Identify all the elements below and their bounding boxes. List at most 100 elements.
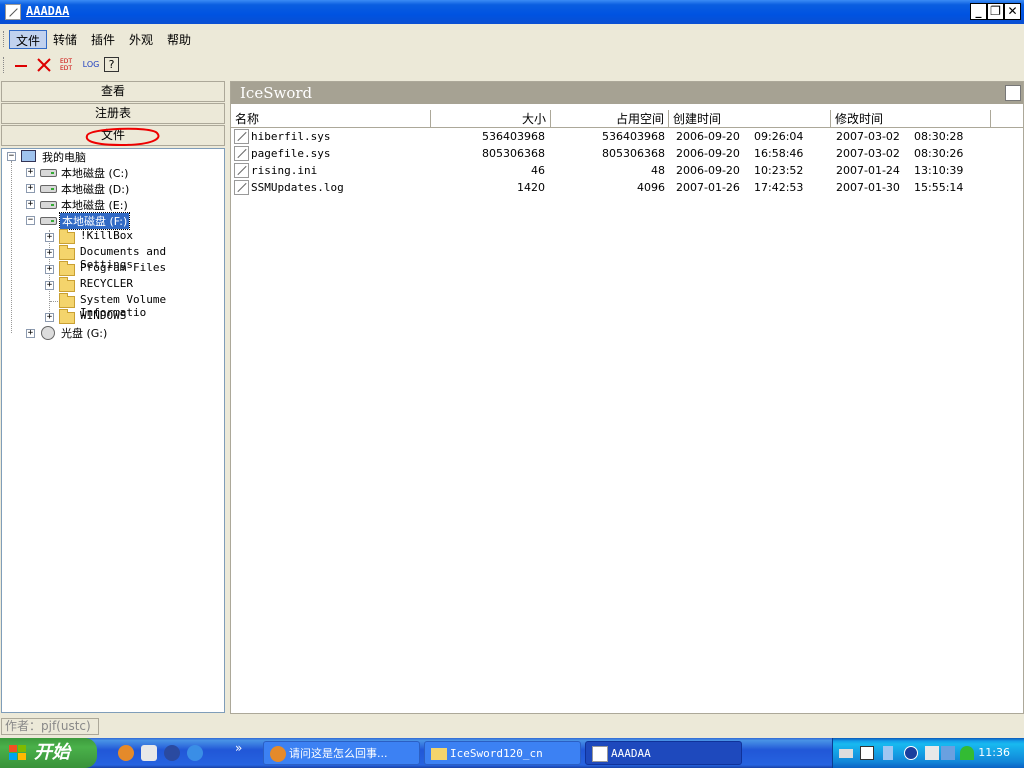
network-icon[interactable] — [941, 746, 955, 760]
modified-date: 2007-01-30 — [836, 181, 900, 194]
folder-icon — [59, 293, 75, 308]
file-size: 1420 — [517, 181, 545, 194]
col-used[interactable]: 占用空间 — [551, 110, 669, 128]
task-button[interactable]: IceSword120_cn — [424, 741, 581, 765]
language-icon[interactable] — [883, 746, 893, 760]
menu-grip[interactable] — [3, 31, 6, 47]
file-size: 536403968 — [482, 130, 545, 143]
tree-drive-c[interactable]: 本地磁盘 (C:) — [61, 165, 128, 181]
folder-icon — [59, 277, 75, 292]
drive-icon — [40, 201, 57, 209]
cdrom-icon — [41, 326, 55, 340]
quicklaunch-more[interactable]: » — [235, 741, 242, 755]
collapse-icon[interactable]: − — [26, 216, 35, 225]
nav-files-button[interactable]: 文件 — [1, 125, 225, 147]
expand-icon[interactable]: + — [26, 329, 35, 338]
table-row[interactable]: SSMUpdates.log 1420 4096 2007-01-26 17:4… — [231, 179, 1023, 196]
start-button[interactable]: 开始 — [0, 738, 97, 768]
app-tray-icon[interactable] — [925, 746, 939, 760]
keyboard-icon[interactable] — [839, 749, 853, 758]
file-name: SSMUpdates.log — [251, 181, 344, 194]
tree-drive-f[interactable]: 本地磁盘 (F:) — [58, 212, 131, 230]
edt-icon-label: EDT — [59, 58, 73, 65]
task-button[interactable]: AAADAA — [585, 741, 742, 765]
tree-root-label[interactable]: 我的电脑 — [42, 149, 86, 165]
panel-title: IceSword — [240, 84, 313, 102]
panel-header: IceSword — [231, 82, 1023, 104]
delete-icon[interactable] — [35, 56, 53, 74]
expand-icon[interactable]: + — [26, 200, 35, 209]
media-player-icon[interactable] — [164, 745, 180, 761]
col-name[interactable]: 名称 — [231, 110, 431, 128]
tree-drive-e[interactable]: 本地磁盘 (E:) — [61, 197, 128, 213]
modified-date: 2007-03-02 — [836, 147, 900, 160]
expand-icon[interactable]: + — [45, 233, 54, 242]
umbrella-icon[interactable] — [960, 746, 974, 760]
created-date: 2006-09-20 — [676, 164, 740, 177]
tree-line — [11, 161, 12, 333]
expand-icon[interactable]: + — [26, 168, 35, 177]
file-tree[interactable]: − 我的电脑 + 本地磁盘 (C:) + 本地磁盘 (D:) + 本地磁盘 (E… — [1, 148, 225, 713]
file-list-panel: IceSword 名称 大小 占用空间 创建时间 修改时间 hiberfil.s… — [230, 81, 1024, 714]
clock[interactable]: 11:36 — [978, 738, 1010, 768]
menu-plugins[interactable]: 插件 — [85, 30, 121, 49]
expand-icon[interactable]: + — [45, 313, 54, 322]
tree-folder[interactable]: Program Files — [80, 261, 166, 274]
firefox-icon[interactable] — [118, 745, 134, 761]
app-icon — [592, 746, 608, 762]
file-used: 536403968 — [602, 130, 665, 143]
firefox-icon — [270, 746, 286, 762]
tree-drive-d[interactable]: 本地磁盘 (D:) — [61, 181, 129, 197]
chevron-left-icon[interactable] — [904, 746, 918, 760]
col-modified[interactable]: 修改时间 — [831, 110, 991, 128]
expand-icon[interactable]: + — [45, 265, 54, 274]
menu-dump[interactable]: 转储 — [47, 30, 83, 49]
collapse-icon[interactable]: − — [7, 152, 16, 161]
nav-view-button[interactable]: 查看 — [1, 81, 225, 102]
table-row[interactable]: rising.ini 46 48 2006-09-20 10:23:52 200… — [231, 162, 1023, 179]
toolbar: EDT EDT LOG ? — [0, 53, 1024, 77]
file-name: hiberfil.sys — [251, 130, 331, 143]
file-used: 48 — [651, 164, 665, 177]
start-label: 开始 — [34, 742, 70, 763]
nav-registry-button[interactable]: 注册表 — [1, 103, 225, 124]
folder-icon — [59, 261, 75, 276]
desktop-icon[interactable] — [141, 745, 157, 761]
table-row[interactable]: pagefile.sys 805306368 805306368 2006-09… — [231, 145, 1023, 162]
system-tray: 11:36 — [832, 738, 1024, 768]
expand-icon[interactable]: + — [45, 281, 54, 290]
menu-help[interactable]: 帮助 — [161, 30, 197, 49]
created-time: 09:26:04 — [754, 130, 804, 143]
app-icon[interactable] — [5, 4, 21, 20]
close-button[interactable]: ✕ — [1004, 3, 1021, 20]
help-icon[interactable]: ? — [104, 57, 119, 72]
task-button[interactable]: 请问这是怎么回事... — [263, 741, 420, 765]
col-created[interactable]: 创建时间 — [669, 110, 831, 128]
folder-icon — [431, 748, 447, 760]
tree-cdrom[interactable]: 光盘 (G:) — [61, 325, 107, 341]
folder-icon — [59, 309, 75, 324]
minimize-button[interactable]: _ — [970, 3, 987, 20]
tree-folder[interactable]: RECYCLER — [80, 277, 133, 290]
help-icon[interactable] — [860, 746, 874, 760]
ie-icon[interactable] — [187, 745, 203, 761]
red-circle-annotation — [85, 127, 160, 147]
edt-icon[interactable]: EDT EDT — [57, 56, 75, 74]
panel-icon[interactable] — [1005, 85, 1021, 101]
log-icon[interactable]: LOG — [81, 56, 101, 74]
tree-folder[interactable]: !KillBox — [80, 229, 133, 242]
file-name: rising.ini — [251, 164, 318, 177]
table-row[interactable]: hiberfil.sys 536403968 536403968 2006-09… — [231, 128, 1023, 145]
menu-file[interactable]: 文件 — [9, 30, 48, 49]
windows-logo-icon — [9, 745, 27, 761]
menu-appearance[interactable]: 外观 — [123, 30, 159, 49]
toolbar-grip[interactable] — [3, 57, 6, 73]
expand-icon[interactable]: + — [45, 249, 54, 258]
col-size[interactable]: 大小 — [431, 110, 551, 128]
restore-button[interactable]: ❐ — [987, 3, 1004, 20]
expand-icon[interactable]: + — [26, 184, 35, 193]
created-date: 2006-09-20 — [676, 130, 740, 143]
minus-icon[interactable] — [12, 56, 30, 74]
tree-folder[interactable]: WINDOWS — [80, 309, 126, 322]
title-bar[interactable]: AAADAA _ ❐ ✕ — [0, 0, 1024, 24]
